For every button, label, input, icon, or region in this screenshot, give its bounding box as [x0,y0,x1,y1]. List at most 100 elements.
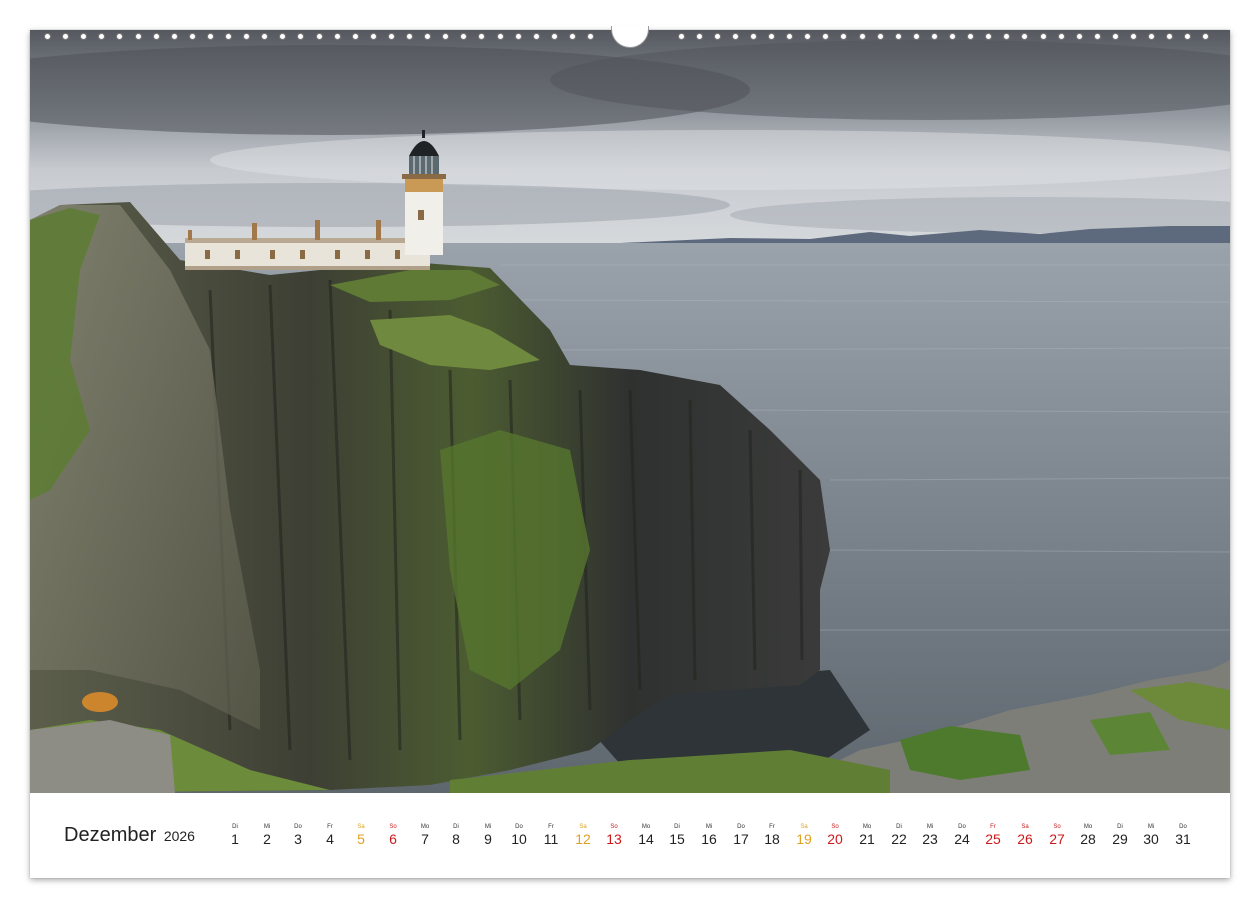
weekday-label: Mi [1147,824,1155,830]
day-number: 29 [1112,831,1128,847]
day-number: 20 [827,831,843,847]
month-title: Dezember 2026 [64,824,195,847]
weekday-label: Fr [548,824,554,830]
day-cell: Fr 4 [315,823,345,847]
day-number: 11 [543,831,559,847]
weekday-label: Sa [1021,824,1029,830]
day-number: 4 [326,831,334,847]
day-number: 19 [796,831,812,847]
weekday-label: Di [453,824,459,830]
day-number: 28 [1080,831,1096,847]
weekday-label: Di [674,824,680,830]
day-number: 16 [701,831,717,847]
day-number: 15 [669,831,685,847]
day-cell: Do 10 [504,823,534,847]
weekday-label: Di [232,824,238,830]
weekday-label: Fr [327,824,333,830]
day-cell: Mo 14 [631,823,661,847]
day-cell: Fr 11 [536,823,566,847]
day-number: 14 [638,831,654,847]
day-cell: Di 29 [1105,823,1135,847]
day-number: 23 [922,831,938,847]
day-cell: So 20 [820,823,850,847]
weekday-label: So [610,824,618,830]
weekday-label: Do [958,824,966,830]
weekday-label: So [389,824,397,830]
day-cell: Di 22 [884,823,914,847]
day-number: 9 [484,831,492,847]
day-number: 6 [389,831,397,847]
day-number: 25 [985,831,1001,847]
weekday-label: Fr [769,824,775,830]
day-cell: Mo 7 [410,823,440,847]
weekday-label: Mo [1083,824,1093,830]
day-number: 26 [1017,831,1033,847]
day-cell: Sa 5 [346,823,376,847]
day-number: 12 [575,831,591,847]
day-cell: Mi 16 [694,823,724,847]
calendar-page: Dezember 2026 Di 1 Mi 2 Do 3 Fr 4 Sa 5 So 6 Mo 7 Di 8 Mi… [30,26,1230,878]
day-cell: Do 3 [283,823,313,847]
weekday-label: Fr [990,824,996,830]
day-cell: So 6 [378,823,408,847]
day-number: 3 [294,831,302,847]
day-cell: Mi 30 [1136,823,1166,847]
weekday-label: Mo [862,824,872,830]
day-cell: Mi 2 [252,823,282,847]
calendar-strip: Dezember 2026 Di 1 Mi 2 Do 3 Fr 4 Sa 5 So 6 Mo 7 Di 8 Mi… [30,793,1230,878]
day-cell: Sa 19 [789,823,819,847]
day-row: Di 1 Mi 2 Do 3 Fr 4 Sa 5 So 6 Mo 7 Di 8 Mi 9 Do 10 Fr 11 Sa 12 S… [220,823,1200,863]
day-cell: Di 1 [220,823,250,847]
day-cell: Mo 21 [852,823,882,847]
weekday-label: So [831,824,839,830]
weekday-label: Mo [641,824,651,830]
year-label: 2026 [163,828,195,844]
month-name: Dezember [64,824,157,846]
weekday-label: Mo [420,824,430,830]
weekday-label: Do [737,824,745,830]
day-cell: Fr 25 [978,823,1008,847]
weekday-label: Sa [579,824,587,830]
day-number: 17 [733,831,749,847]
day-number: 5 [357,831,365,847]
weekday-label: Mi [484,824,492,830]
day-cell: Di 8 [441,823,471,847]
day-number: 30 [1143,831,1159,847]
day-cell: Do 24 [947,823,977,847]
day-number: 21 [859,831,875,847]
weekday-label: Mi [263,824,271,830]
day-cell: Mo 28 [1073,823,1103,847]
weekday-label: Sa [800,824,808,830]
weekday-label: Do [294,824,302,830]
weekday-label: So [1053,824,1061,830]
day-cell: Sa 12 [568,823,598,847]
weekday-label: Do [515,824,523,830]
day-cell: Fr 18 [757,823,787,847]
day-number: 7 [421,831,429,847]
day-number: 10 [511,831,527,847]
day-cell: Di 15 [662,823,692,847]
day-cell: So 27 [1042,823,1072,847]
day-cell: Mi 23 [915,823,945,847]
day-number: 8 [452,831,460,847]
day-number: 24 [954,831,970,847]
weekday-label: Di [896,824,902,830]
day-number: 13 [606,831,622,847]
landscape-photo [30,30,1230,793]
day-cell: Do 31 [1168,823,1198,847]
weekday-label: Di [1117,824,1123,830]
weekday-label: Mi [705,824,713,830]
day-number: 2 [263,831,271,847]
day-cell: Do 17 [726,823,756,847]
day-cell: So 13 [599,823,629,847]
weekday-label: Sa [357,824,365,830]
day-number: 31 [1175,831,1191,847]
weekday-label: Do [1179,824,1187,830]
day-cell: Mi 9 [473,823,503,847]
day-cell: Sa 26 [1010,823,1040,847]
day-number: 27 [1049,831,1065,847]
weekday-label: Mi [926,824,934,830]
day-number: 22 [891,831,907,847]
day-number: 1 [231,831,239,847]
day-number: 18 [764,831,780,847]
